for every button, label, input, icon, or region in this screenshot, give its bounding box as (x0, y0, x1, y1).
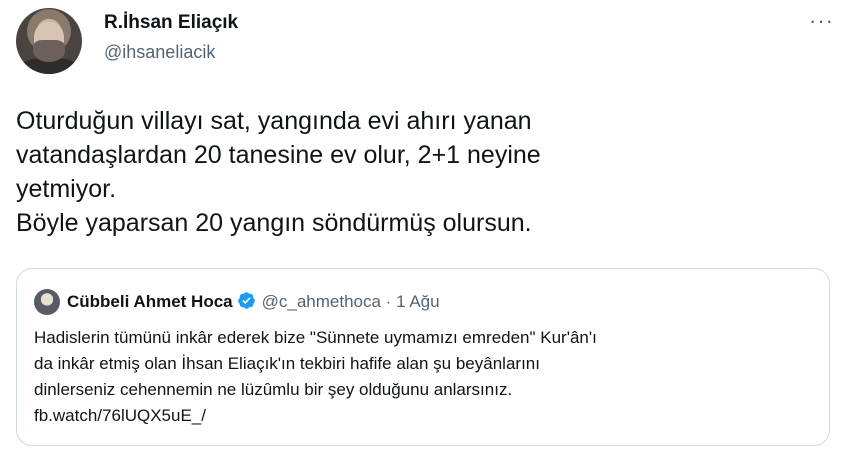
author-display-name[interactable]: R.İhsan Eliaçık (104, 12, 238, 34)
quoted-author-display-name: Cübbeli Ahmet Hoca (67, 292, 233, 311)
quoted-author-avatar (34, 289, 60, 315)
quoted-tweet[interactable]: Cübbeli Ahmet Hoca @c_ahmethoca · 1 Ağu … (16, 268, 830, 446)
tweet: R.İhsan Eliaçık @ihsaneliacik ··· Oturdu… (0, 0, 850, 475)
quoted-tweet-header: Cübbeli Ahmet Hoca @c_ahmethoca · 1 Ağu (67, 291, 440, 312)
quoted-text-line: Hadislerin tümünü inkâr ederek bize "Sün… (34, 328, 597, 347)
tweet-text: Oturduğun villayı sat, yangında evi ahır… (16, 104, 816, 240)
tweet-text-line: Böyle yaparsan 20 yangın söndürmüş olurs… (16, 209, 532, 237)
author-handle[interactable]: @ihsaneliacik (104, 42, 215, 63)
author-avatar[interactable] (16, 8, 82, 74)
quoted-tweet-date[interactable]: 1 Ağu (396, 292, 440, 311)
quoted-author-handle: @c_ahmethoca (261, 292, 381, 311)
verified-badge-icon (237, 292, 255, 309)
tweet-text-line: vatandaşlardan 20 tanesine ev olur, 2+1 … (16, 141, 541, 169)
quoted-text-line: da inkâr etmiş olan İhsan Eliaçık'ın tek… (34, 354, 540, 373)
separator-dot: · (385, 292, 392, 311)
tweet-text-line: yetmiyor. (16, 175, 117, 203)
quoted-link[interactable]: fb.watch/76lUQX5uE_/ (34, 403, 824, 429)
quoted-text-line: dinlerseniz cehennemin ne lüzûmlu bir şe… (34, 380, 513, 399)
more-options-icon[interactable]: ··· (809, 10, 834, 32)
quoted-tweet-text: Hadislerin tümünü inkâr ederek bize "Sün… (34, 325, 824, 429)
tweet-text-line: Oturduğun villayı sat, yangında evi ahır… (16, 107, 532, 135)
